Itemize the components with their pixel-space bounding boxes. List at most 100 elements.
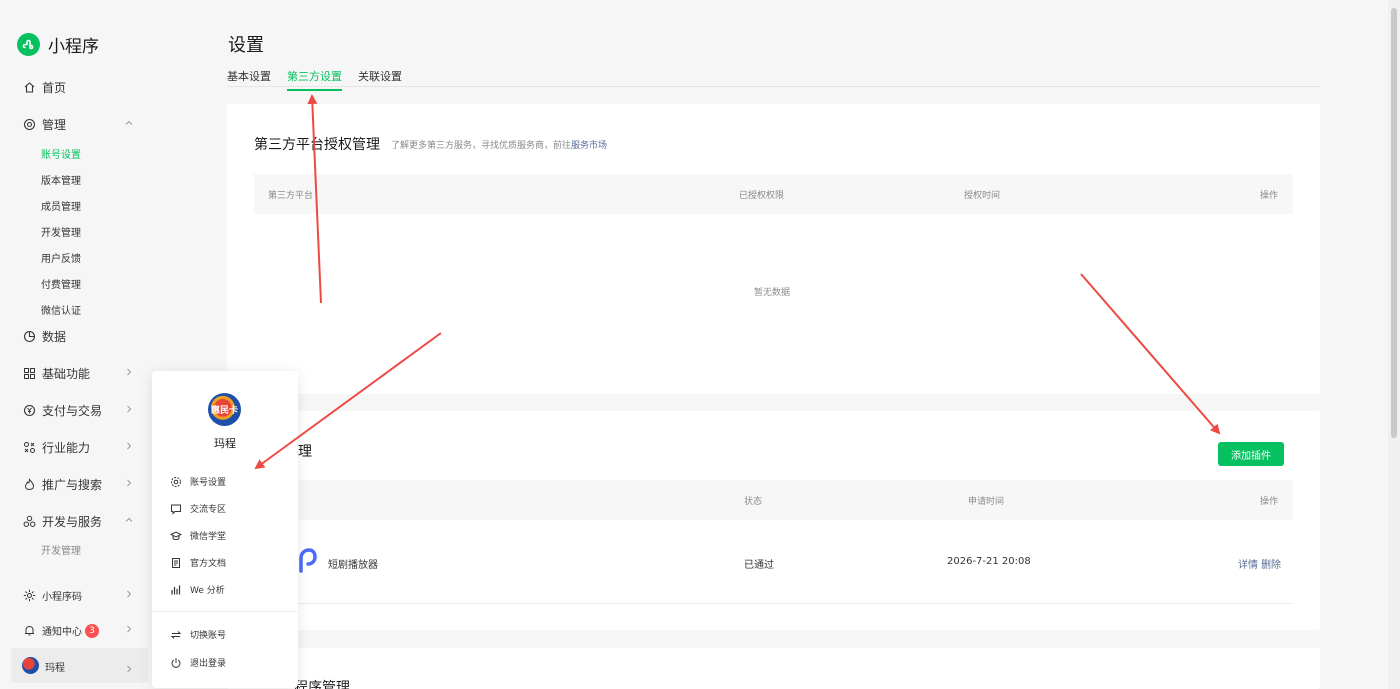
hint-text: 了解更多第三方服务，寻找优质服务商，前往 bbox=[391, 141, 572, 151]
miniprogram-logo-icon bbox=[17, 33, 40, 56]
chevron-right-icon bbox=[124, 366, 134, 380]
sidebar-item-label: 通知中心 bbox=[42, 627, 82, 638]
popup-avatar: 惠民卡 bbox=[208, 393, 241, 426]
popup-item-community[interactable]: 交流专区 bbox=[170, 502, 226, 515]
sidebar-item-data[interactable]: 数据 bbox=[22, 328, 140, 345]
account-popup-menu: 惠民卡 玛程 账号设置 交流专区 微信学堂 官方文档 We 分析 切换账号 退出… bbox=[152, 371, 298, 688]
tab-linked-settings[interactable]: 关联设置 bbox=[358, 68, 402, 84]
grid-icon bbox=[22, 367, 36, 381]
plugin-detail-link[interactable]: 详情 bbox=[1238, 556, 1258, 571]
sidebar-sub-dev[interactable]: 开发管理 bbox=[41, 224, 81, 239]
sidebar-item-label: 数据 bbox=[42, 330, 67, 344]
sidebar-item-label: 行业能力 bbox=[42, 441, 91, 455]
notification-badge: 3 bbox=[85, 623, 99, 638]
sidebar-item-label: 首页 bbox=[42, 81, 67, 95]
plugin-name: 短剧播放器 bbox=[328, 560, 378, 571]
chevron-right-icon bbox=[124, 477, 134, 491]
analytics-icon bbox=[170, 584, 182, 596]
popup-item-docs[interactable]: 官方文档 bbox=[170, 556, 226, 569]
user-name: 玛程 bbox=[45, 663, 65, 674]
popup-item-logout[interactable]: 退出登录 bbox=[170, 656, 226, 669]
column-header: 授权时间 bbox=[964, 191, 1001, 201]
sidebar-sub-account-settings[interactable]: 账号设置 bbox=[41, 146, 81, 161]
sidebar-sub-feedback[interactable]: 用户反馈 bbox=[41, 250, 81, 265]
scrollbar[interactable] bbox=[1388, 0, 1400, 689]
column-header: 已授权权限 bbox=[739, 191, 785, 201]
sidebar-sub-payment[interactable]: 付费管理 bbox=[41, 276, 81, 291]
bell-icon bbox=[22, 624, 36, 638]
sun-icon bbox=[22, 589, 36, 603]
tab-basic-settings[interactable]: 基本设置 bbox=[227, 68, 271, 84]
popup-item-we-analytics[interactable]: We 分析 bbox=[170, 583, 225, 596]
chevron-right-icon bbox=[124, 659, 134, 678]
card-title: 理 bbox=[298, 444, 312, 460]
sidebar-item-label: 小程序码 bbox=[42, 592, 82, 603]
settings-tabs: 基本设置 第三方设置 关联设置 bbox=[227, 68, 1320, 91]
add-plugin-button[interactable]: 添加插件 bbox=[1218, 442, 1284, 466]
card-title: 程序管理 bbox=[294, 680, 350, 689]
column-header: 状态 bbox=[744, 497, 763, 507]
service-market-link[interactable]: 服务市场 bbox=[571, 141, 607, 151]
gear-icon bbox=[170, 476, 182, 488]
row-divider bbox=[254, 603, 1293, 604]
empty-state: 暂无数据 bbox=[754, 288, 791, 298]
popup-item-switch-account[interactable]: 切换账号 bbox=[170, 628, 226, 641]
popup-item-label: We 分析 bbox=[190, 586, 225, 596]
sidebar-item-industry[interactable]: 行业能力 bbox=[22, 439, 140, 456]
sidebar-item-label: 支付与交易 bbox=[42, 404, 103, 418]
sidebar-item-label: 管理 bbox=[42, 118, 67, 132]
popup-item-label: 账号设置 bbox=[190, 478, 227, 488]
sidebar-item-label: 开发与服务 bbox=[42, 515, 103, 529]
sidebar-item-notify[interactable]: 通知中心 3 bbox=[22, 623, 140, 638]
chat-icon bbox=[170, 503, 182, 515]
program-manage-card: 程序管理 bbox=[227, 648, 1320, 689]
third-party-auth-card: 第三方平台授权管理 了解更多第三方服务，寻找优质服务商，前往服务市场 第三方平台… bbox=[227, 104, 1320, 394]
flame-icon bbox=[22, 478, 36, 492]
pie-chart-icon bbox=[22, 330, 36, 344]
sidebar-sub-members[interactable]: 成员管理 bbox=[41, 198, 81, 213]
plugin-delete-link[interactable]: 删除 bbox=[1261, 556, 1281, 571]
plugin-status: 已通过 bbox=[744, 560, 774, 571]
sidebar-item-home[interactable]: 首页 bbox=[22, 79, 140, 96]
sidebar-item-manage[interactable]: 管理 bbox=[22, 116, 140, 133]
sidebar-item-devservice[interactable]: 开发与服务 bbox=[22, 513, 140, 530]
column-header: 申请时间 bbox=[968, 497, 1005, 507]
sidebar-item-payment[interactable]: 支付与交易 bbox=[22, 402, 140, 419]
avatar bbox=[22, 657, 39, 674]
sidebar-sub-version[interactable]: 版本管理 bbox=[41, 172, 81, 187]
column-header: 操作 bbox=[1260, 191, 1279, 201]
chevron-right-icon bbox=[124, 440, 134, 454]
popup-item-label: 微信学堂 bbox=[190, 532, 227, 542]
plugin-logo-icon bbox=[297, 547, 317, 577]
sidebar-sub-devmanage[interactable]: 开发管理 bbox=[41, 542, 81, 557]
card-hint: 了解更多第三方服务，寻找优质服务商，前往服务市场 bbox=[391, 138, 607, 151]
popup-item-account-settings[interactable]: 账号设置 bbox=[170, 475, 226, 488]
popup-item-label: 切换账号 bbox=[190, 631, 227, 641]
power-icon bbox=[170, 657, 182, 669]
plugin-time: 2026-7-21 20:08 bbox=[947, 556, 1031, 567]
avatar-logo-text: 惠民卡 bbox=[210, 406, 238, 416]
popup-item-label: 退出登录 bbox=[190, 659, 227, 669]
sidebar-item-label: 推广与搜索 bbox=[42, 478, 103, 492]
brand[interactable]: 小程序 bbox=[17, 32, 99, 57]
scrollbar-thumb[interactable] bbox=[1391, 8, 1397, 438]
plugin-card: 理 添加插件 状态 申请时间 操作 短剧播放器 已通过 2026-7-21 20… bbox=[227, 411, 1320, 630]
home-icon bbox=[22, 81, 36, 95]
popup-item-academy[interactable]: 微信学堂 bbox=[170, 529, 226, 542]
auth-table-header: 第三方平台 已授权权限 授权时间 操作 bbox=[254, 174, 1293, 214]
sidebar-item-promo[interactable]: 推广与搜索 bbox=[22, 476, 140, 493]
column-header: 操作 bbox=[1260, 497, 1279, 507]
sidebar-item-qrcode[interactable]: 小程序码 bbox=[22, 588, 140, 603]
sidebar-item-basic[interactable]: 基础功能 bbox=[22, 365, 140, 382]
tab-third-party-settings[interactable]: 第三方设置 bbox=[287, 68, 342, 91]
sidebar-user-row[interactable]: 玛程 bbox=[11, 648, 148, 683]
switch-arrows-icon bbox=[170, 629, 182, 641]
document-icon bbox=[170, 557, 182, 569]
sidebar-sub-verify[interactable]: 微信认证 bbox=[41, 302, 81, 317]
popup-user-name: 玛程 bbox=[214, 437, 236, 450]
plugin-table-header: 状态 申请时间 操作 bbox=[254, 480, 1293, 520]
manage-icon bbox=[22, 118, 36, 132]
page-title: 设置 bbox=[228, 35, 264, 56]
chevron-right-icon bbox=[124, 624, 134, 637]
chevron-right-icon bbox=[124, 589, 134, 602]
